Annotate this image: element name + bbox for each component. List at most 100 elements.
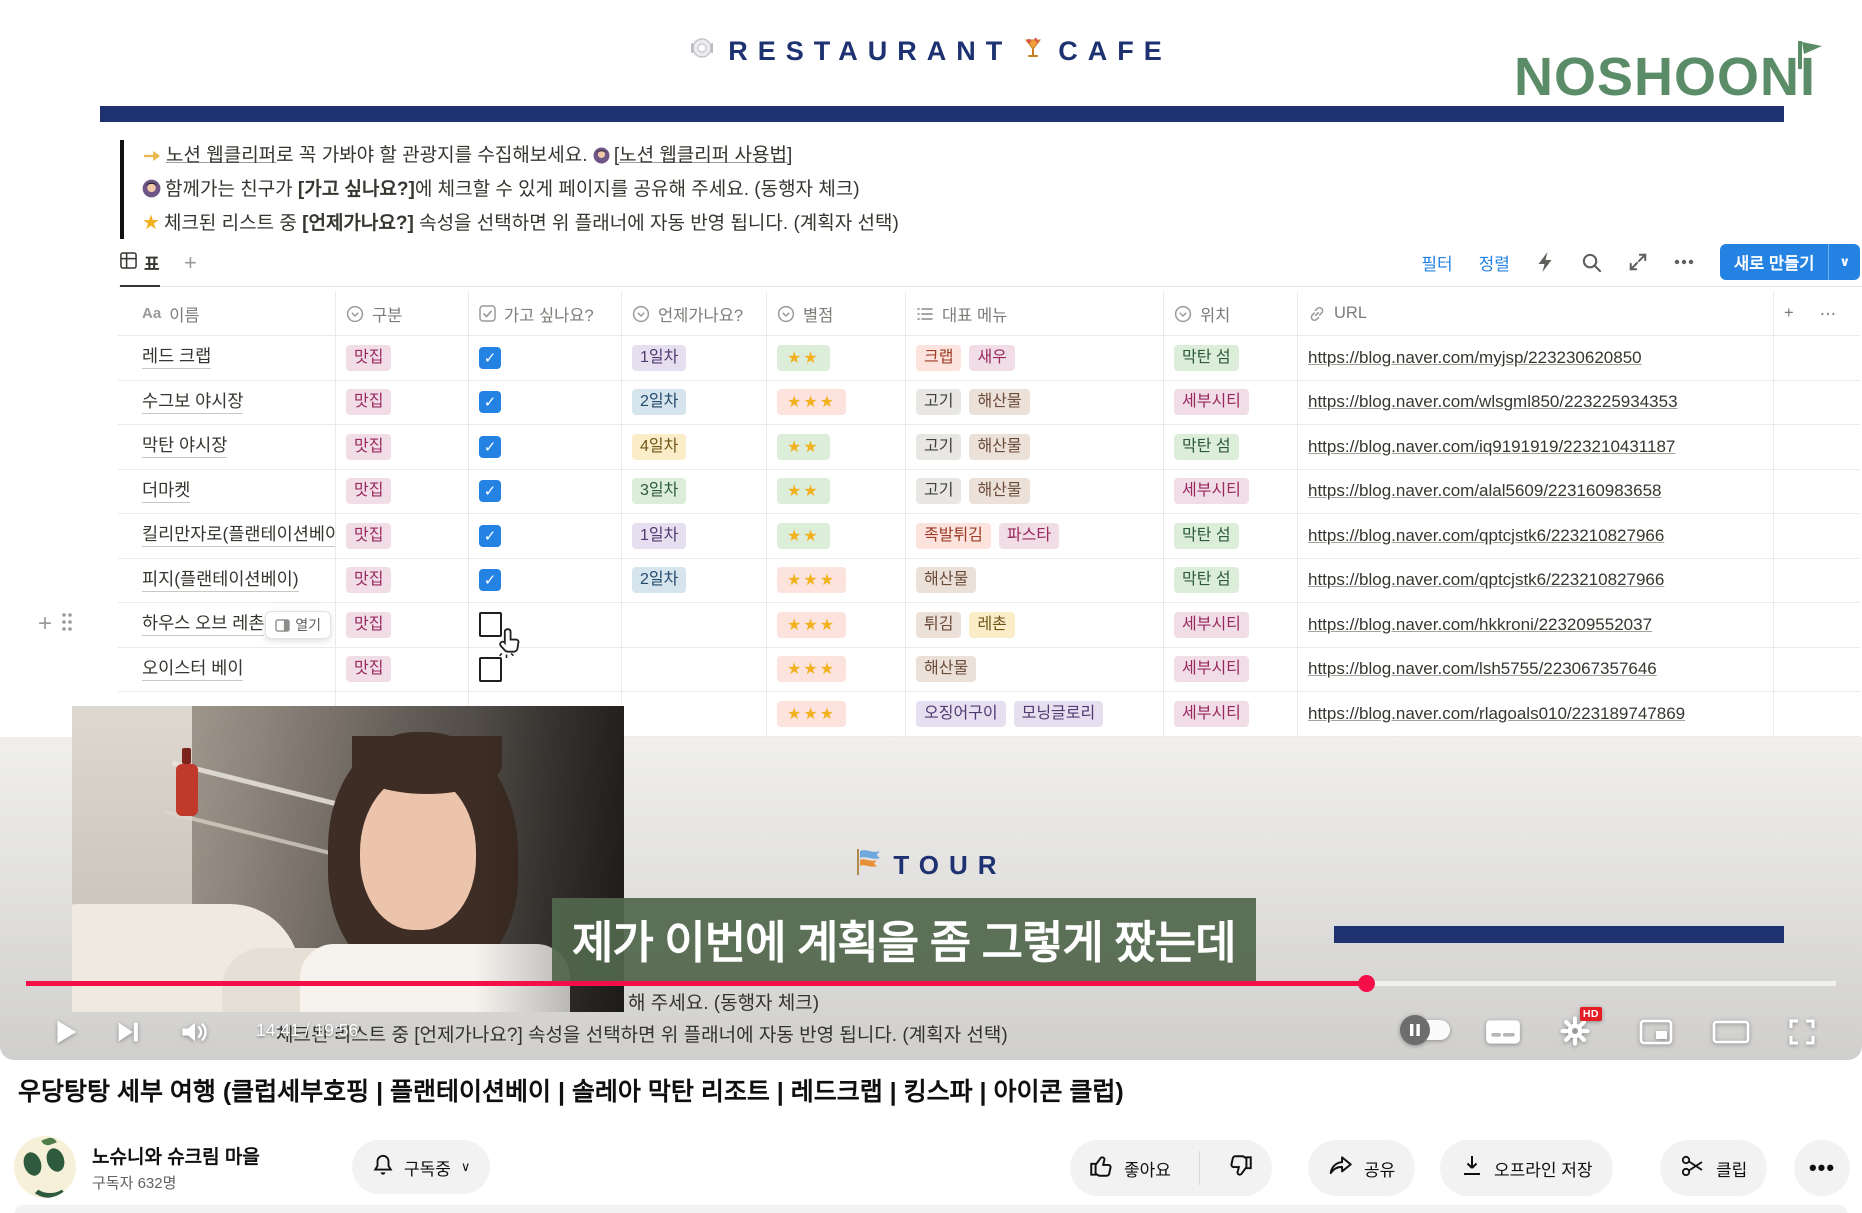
volume-button[interactable] — [180, 1018, 210, 1046]
add-view-button[interactable]: + — [184, 250, 197, 276]
category-cell: 맛집 — [336, 381, 469, 426]
column-header-8[interactable]: URL — [1298, 292, 1774, 336]
play-button[interactable] — [50, 1016, 80, 1048]
subscriber-count: 구독자 632명 — [92, 1172, 176, 1193]
rating-cell: ★★ — [767, 514, 906, 559]
row-name-cell[interactable]: 하우스 오브 레촌열기 — [118, 603, 336, 648]
add-row-icon[interactable]: + — [38, 610, 52, 638]
next-button[interactable] — [114, 1018, 142, 1046]
row-name-cell[interactable]: 피지(플랜테이션베이) — [118, 559, 336, 604]
channel-name[interactable]: 노슈니와 슈크림 마을 — [92, 1142, 260, 1169]
row-name-cell[interactable]: 킬리만자로(플랜테이션베이 — [118, 514, 336, 559]
rating-cell: ★★★ — [767, 692, 906, 737]
star-icon: ★ — [142, 212, 160, 234]
location-cell: 막탄 섬 — [1164, 336, 1298, 381]
restaurant-label: RESTAURANT — [728, 36, 1012, 67]
more-actions-button[interactable]: ••• — [1794, 1140, 1850, 1196]
want-to-go-cell[interactable]: ✓ — [469, 381, 622, 426]
webclipper-guide-link[interactable]: [노션 웹클리퍼 사용법] — [593, 145, 792, 166]
spacer-cell — [1774, 648, 1860, 693]
like-button[interactable]: 좋아요 — [1070, 1140, 1189, 1196]
url-cell[interactable]: https://blog.naver.com/iq9191919/2232104… — [1298, 425, 1774, 470]
share-button[interactable]: 공유 — [1308, 1140, 1415, 1196]
column-header-6[interactable]: 대표 메뉴 — [906, 292, 1164, 336]
column-header-7[interactable]: 위치 — [1164, 292, 1298, 336]
miniplayer-button[interactable] — [1638, 1018, 1674, 1046]
menu-cell: 튀김레촌 — [906, 603, 1164, 648]
navy-bar-fragment — [1334, 926, 1784, 943]
url-cell[interactable]: https://blog.naver.com/lsh5755/223067357… — [1298, 648, 1774, 693]
rating-cell: ★★★ — [767, 648, 906, 693]
want-to-go-cell[interactable]: ✓ — [469, 336, 622, 381]
filter-button[interactable]: 필터 — [1421, 250, 1452, 275]
menu-cell: 해산물 — [906, 559, 1164, 604]
checkbox-checked: ✓ — [479, 436, 501, 458]
webclipper-link[interactable]: 노션 웹클리퍼 — [166, 145, 276, 166]
chevron-down-icon[interactable]: ∨ — [1829, 254, 1860, 270]
row-name-cell[interactable]: 레드 크랩 — [118, 336, 336, 381]
day-cell — [622, 648, 767, 693]
more-options-icon[interactable] — [1674, 259, 1694, 265]
want-to-go-cell[interactable]: ✓ — [469, 425, 622, 470]
description-box[interactable] — [14, 1205, 1848, 1213]
spacer-cell — [1774, 514, 1860, 559]
column-header-5[interactable]: 별점 — [767, 292, 906, 336]
video-title: 우당탕탕 세부 여행 (클럽세부호핑 | 플랜테이션베이 | 솔레아 막탄 리조… — [18, 1076, 1818, 1110]
subtitles-button[interactable] — [1484, 1018, 1522, 1046]
want-to-go-cell[interactable] — [469, 648, 622, 693]
column-header-3[interactable]: 가고 싶나요? — [469, 292, 622, 336]
point-right-icon — [142, 143, 162, 174]
offline-save-button[interactable]: 오프라인 저장 — [1440, 1140, 1613, 1196]
clip-button[interactable]: 클립 — [1660, 1140, 1767, 1196]
menu-cell: 고기해산물 — [906, 470, 1164, 515]
url-cell[interactable]: https://blog.naver.com/alal5609/22316098… — [1298, 470, 1774, 515]
automation-bolt-icon[interactable] — [1536, 251, 1555, 273]
video-progress-bar[interactable] — [26, 981, 1836, 986]
drag-handle-icon[interactable] — [61, 612, 73, 637]
open-page-button[interactable]: 열기 — [265, 611, 331, 639]
url-cell[interactable]: https://blog.naver.com/myjsp/22323062085… — [1298, 336, 1774, 381]
row-name-cell[interactable]: 수그보 야시장 — [118, 381, 336, 426]
search-icon[interactable] — [1581, 252, 1602, 273]
settings-button[interactable]: HD — [1560, 1016, 1590, 1046]
person-icon — [593, 143, 610, 174]
fullscreen-button[interactable] — [1786, 1017, 1818, 1047]
expand-icon[interactable] — [1628, 252, 1648, 272]
sort-button[interactable]: 정렬 — [1479, 250, 1510, 275]
rating-cell: ★★ — [767, 425, 906, 470]
row-name-cell[interactable]: 막탄 야시장 — [118, 425, 336, 470]
spacer-cell — [1774, 603, 1860, 648]
vlogger-video-inset — [72, 706, 624, 1012]
want-to-go-cell[interactable]: ✓ — [469, 559, 622, 604]
column-header-2[interactable]: 구분 — [336, 292, 469, 336]
person-ok-icon — [142, 177, 161, 208]
channel-avatar[interactable] — [14, 1136, 76, 1198]
callout-line-3: ★체크된 리스트 중 [언제가나요?] 속성을 선택하면 위 플래너에 자동 반… — [142, 208, 899, 239]
column-header-4[interactable]: 언제가나요? — [622, 292, 767, 336]
theater-mode-button[interactable] — [1712, 1018, 1750, 1046]
want-to-go-cell[interactable]: ✓ — [469, 514, 622, 559]
menu-cell: 해산물 — [906, 648, 1164, 693]
add-column-cell[interactable]: +⋯ — [1774, 292, 1860, 336]
url-cell[interactable]: https://blog.naver.com/qptcjstk6/2232108… — [1298, 559, 1774, 604]
url-cell[interactable]: https://blog.naver.com/hkkroni/223209552… — [1298, 603, 1774, 648]
subscribed-button[interactable]: 구독중 ∨ — [352, 1140, 490, 1194]
dislike-button[interactable] — [1210, 1140, 1272, 1196]
autoplay-toggle[interactable] — [1404, 1020, 1450, 1040]
url-cell[interactable]: https://blog.naver.com/rlagoals010/22318… — [1298, 692, 1774, 737]
tab-table-view[interactable]: 표 — [120, 250, 160, 287]
url-cell[interactable]: https://blog.naver.com/wlsgml850/2232259… — [1298, 381, 1774, 426]
row-name-cell[interactable]: 더마켓 — [118, 470, 336, 515]
cafe-label: CAFE — [1058, 36, 1172, 67]
column-header-1[interactable]: Aa이름 — [118, 292, 336, 336]
rating-cell: ★★★ — [767, 603, 906, 648]
video-player[interactable]: RESTAURANT CAFE NOSHOONI 노션 웹클리퍼로 꼭 가봐야 … — [0, 0, 1862, 1060]
want-to-go-cell[interactable] — [469, 603, 622, 648]
row-hover-controls[interactable]: + — [38, 610, 73, 638]
url-cell[interactable]: https://blog.naver.com/qptcjstk6/2232108… — [1298, 514, 1774, 559]
want-to-go-cell[interactable]: ✓ — [469, 470, 622, 515]
new-record-button[interactable]: 새로 만들기 ∨ — [1720, 244, 1860, 280]
spacer-cell — [1774, 470, 1860, 515]
row-name-cell[interactable]: 오이스터 베이 — [118, 648, 336, 693]
like-dislike-group: 좋아요 — [1070, 1140, 1272, 1196]
